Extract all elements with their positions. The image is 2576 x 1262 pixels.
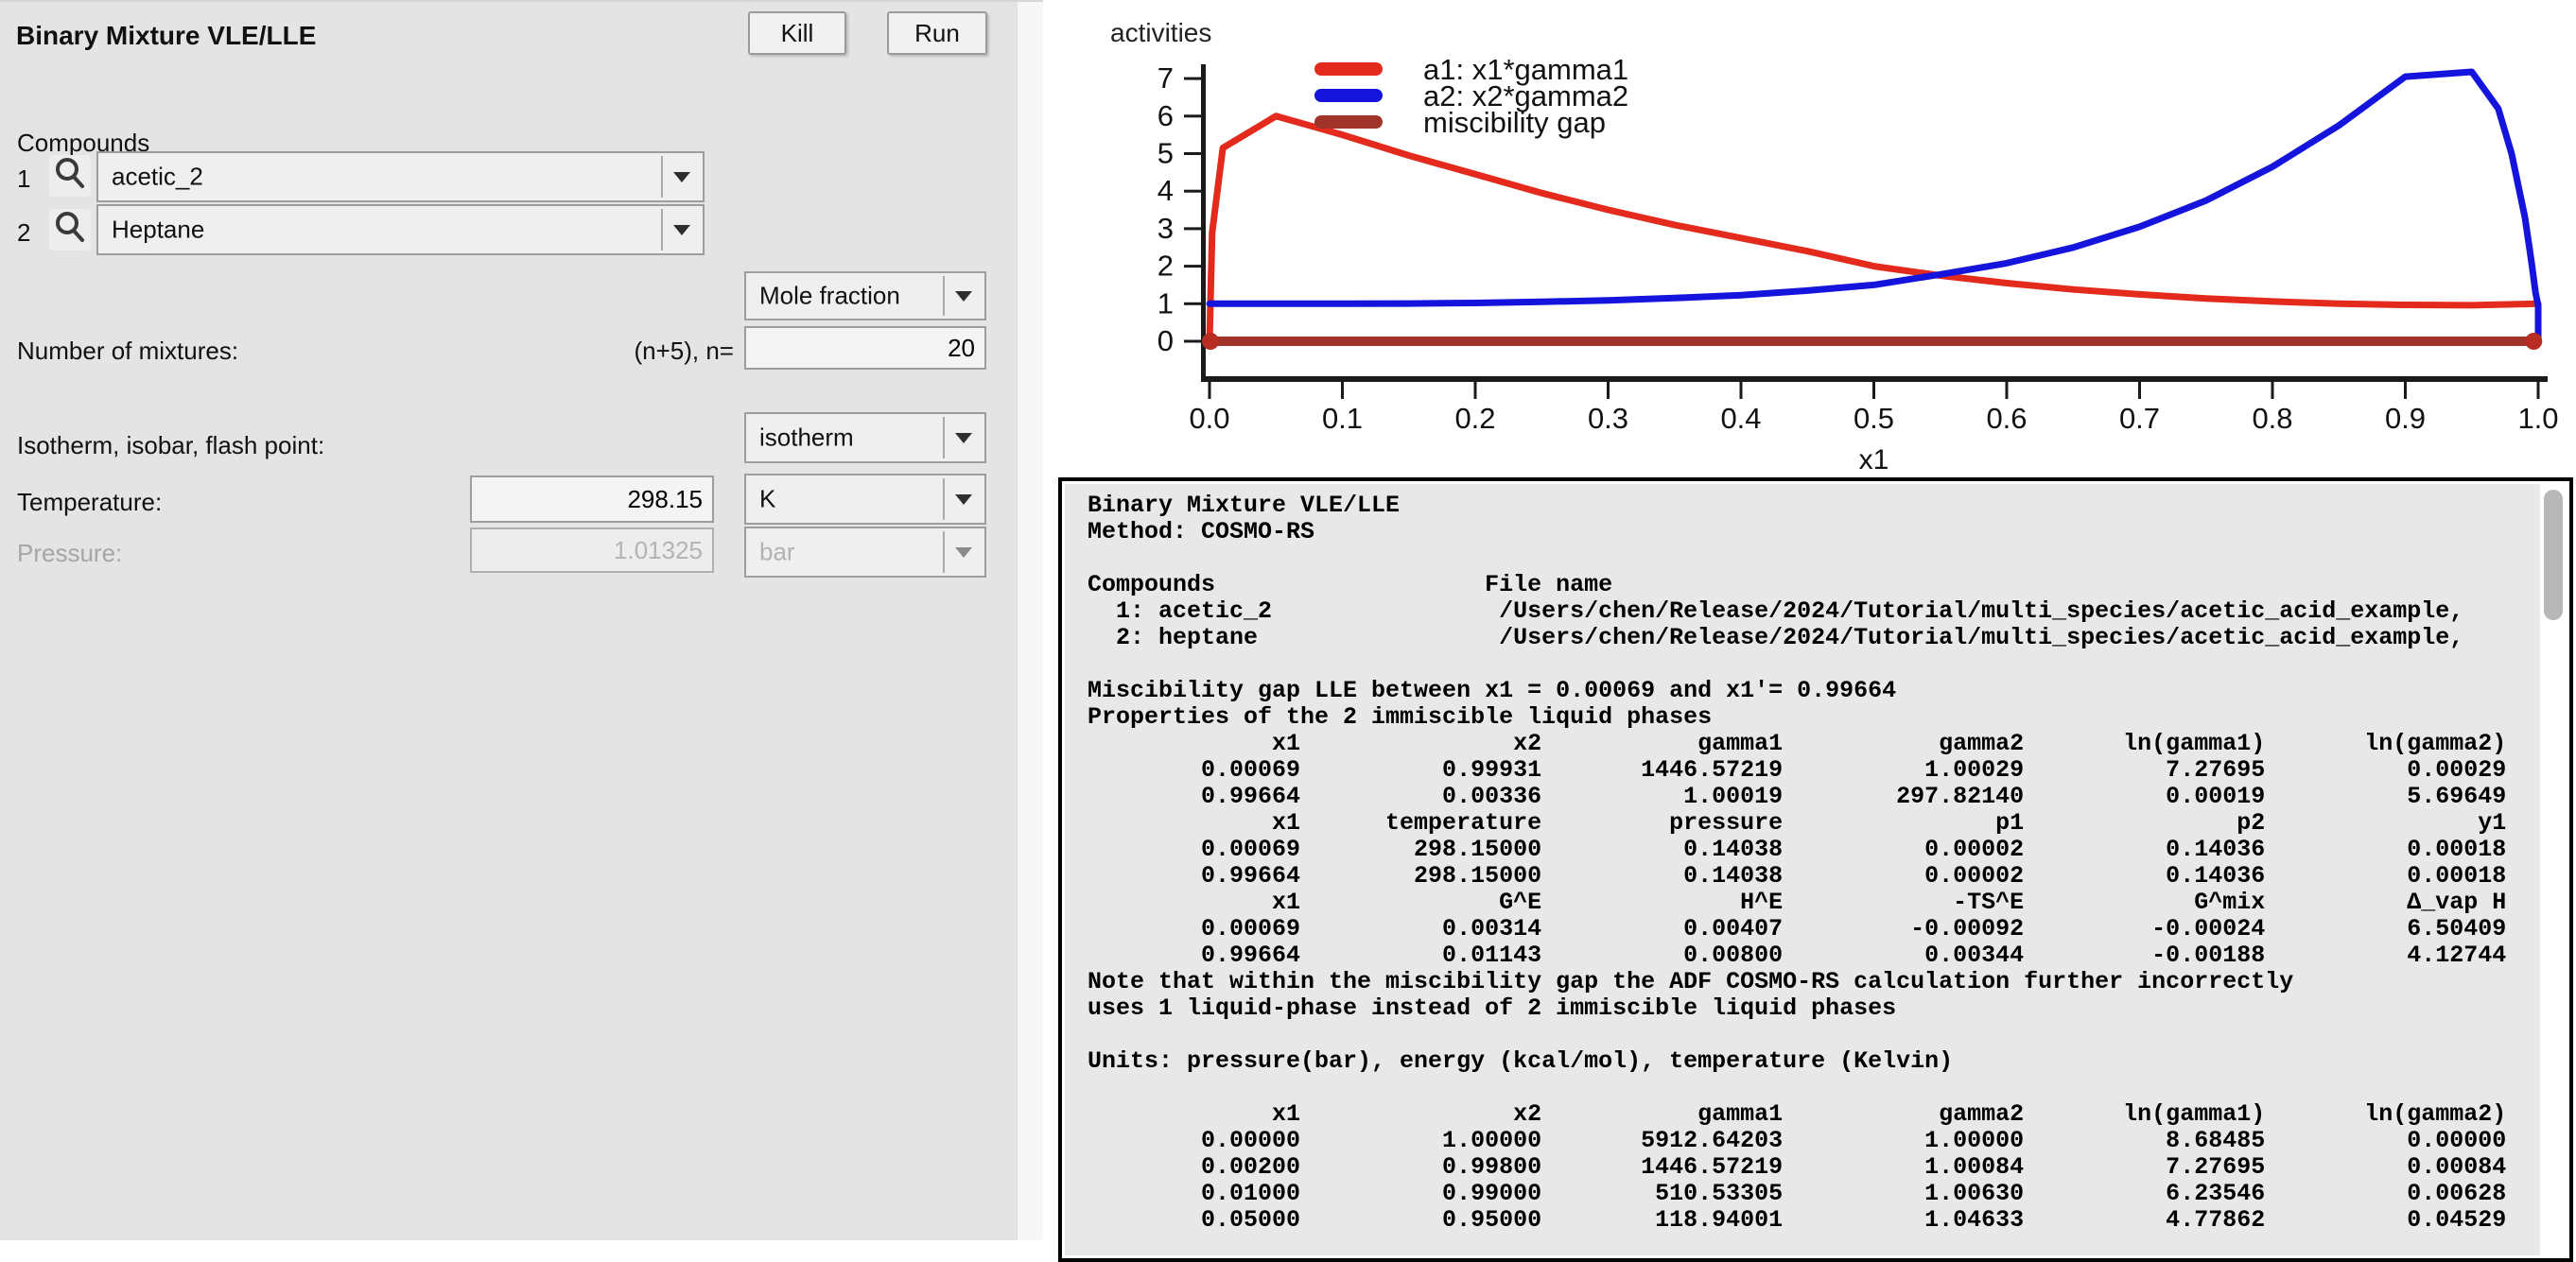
temperature-unit-value: K: [759, 485, 775, 514]
svg-text:4: 4: [1157, 174, 1174, 207]
mixtures-label: Number of mixtures:: [17, 337, 238, 366]
pressure-input: [470, 527, 714, 573]
output-text: Binary Mixture VLE/LLE Method: COSMO-RS …: [1088, 493, 2506, 1234]
svg-text:0.1: 0.1: [1322, 402, 1363, 435]
chart-title: activities: [1110, 18, 1211, 47]
svg-text:3: 3: [1157, 212, 1174, 245]
svg-text:0.2: 0.2: [1454, 402, 1495, 435]
compound-2-index: 2: [17, 218, 30, 248]
amount-unit-combobox[interactable]: Mole fraction: [744, 271, 986, 320]
combo-separator: [943, 417, 945, 458]
output-console: Binary Mixture VLE/LLE Method: COSMO-RS …: [1058, 477, 2573, 1262]
run-button[interactable]: Run: [887, 11, 987, 55]
svg-text:5: 5: [1157, 137, 1174, 170]
chevron-down-icon: [955, 291, 972, 302]
compound-2-search-button[interactable]: [49, 209, 91, 251]
legend-swatch: [1314, 62, 1383, 76]
chevron-down-icon: [955, 433, 972, 443]
console-scrollbar-track[interactable]: [2540, 484, 2567, 1255]
pressure-unit-value: bar: [759, 538, 795, 567]
legend-swatch: [1314, 89, 1383, 102]
pressure-label: Pressure:: [17, 539, 122, 568]
svg-text:0.0: 0.0: [1189, 402, 1229, 435]
combo-separator: [943, 276, 945, 316]
mode-label: Isotherm, isobar, flash point:: [17, 431, 324, 460]
chevron-down-icon: [955, 494, 972, 505]
activities-chart: activities 0 12 3 4 5 6 7 0.0 0.1 0.2 0.3 0.4 0.5 0.6 0…: [1043, 0, 2576, 477]
combo-separator: [661, 156, 663, 198]
app-window: { "left_panel": { "title": "Binary Mixtu…: [0, 0, 2576, 1238]
panel-scrollbar-track[interactable]: [1017, 2, 1044, 1240]
compound-1-search-button[interactable]: [49, 155, 91, 197]
mode-combobox[interactable]: isotherm: [744, 412, 986, 463]
svg-text:2: 2: [1157, 250, 1174, 283]
compound-1-value: acetic_2: [112, 163, 203, 192]
svg-text:0.7: 0.7: [2119, 402, 2160, 435]
svg-text:6: 6: [1157, 99, 1174, 132]
svg-text:0: 0: [1157, 324, 1174, 357]
svg-text:0.6: 0.6: [1986, 402, 2027, 435]
compound-2-combobox[interactable]: Heptane: [96, 204, 705, 255]
compound-1-index: 1: [17, 164, 30, 194]
amount-unit-value: Mole fraction: [759, 282, 900, 311]
svg-text:1.0: 1.0: [2517, 402, 2558, 435]
svg-text:7: 7: [1157, 61, 1174, 95]
page-title: Binary Mixture VLE/LLE: [16, 21, 316, 51]
svg-text:0.9: 0.9: [2385, 402, 2426, 435]
svg-text:0.5: 0.5: [1854, 402, 1894, 435]
kill-button[interactable]: Kill: [748, 11, 846, 55]
mixtures-n-label: (n+5), n=: [548, 337, 734, 366]
mixtures-input[interactable]: [744, 326, 986, 370]
mode-value: isotherm: [759, 424, 854, 453]
chevron-down-icon: [673, 225, 690, 235]
temperature-input[interactable]: [470, 475, 714, 523]
svg-text:1: 1: [1157, 286, 1174, 320]
pressure-unit-combobox: bar: [744, 527, 986, 578]
compound-1-combobox[interactable]: acetic_2: [96, 151, 705, 202]
chevron-down-icon: [955, 547, 972, 558]
combo-separator: [943, 478, 945, 520]
search-icon: [51, 209, 89, 251]
temperature-unit-combobox[interactable]: K: [744, 474, 986, 525]
combo-separator: [661, 209, 663, 251]
legend-label: miscibility gap: [1423, 106, 1606, 139]
svg-text:0.4: 0.4: [1720, 402, 1761, 435]
legend-swatch: [1314, 115, 1383, 129]
temperature-label: Temperature:: [17, 488, 162, 517]
svg-text:0.3: 0.3: [1588, 402, 1628, 435]
svg-text:0.8: 0.8: [2252, 402, 2292, 435]
settings-panel: Binary Mixture VLE/LLE Kill Run Compound…: [0, 0, 1043, 1240]
chevron-down-icon: [673, 172, 690, 182]
svg-text:x1: x1: [1859, 444, 1889, 475]
search-icon: [51, 155, 89, 198]
compound-2-value: Heptane: [112, 216, 204, 245]
console-scrollbar-thumb[interactable]: [2544, 490, 2563, 620]
combo-separator: [943, 531, 945, 573]
